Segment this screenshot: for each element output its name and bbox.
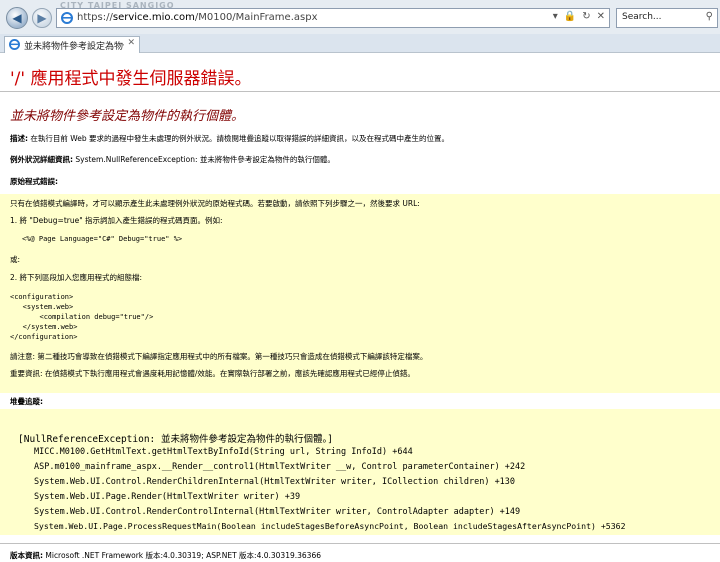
back-button[interactable]: ◀ <box>6 7 28 29</box>
stack-line: System.Web.UI.Control.RenderControlInter… <box>34 507 521 517</box>
stack-line: MICC.M0100.GetHtmlText.getHtmlTextByInfo… <box>34 447 413 457</box>
exception-details: 例外狀況詳細資訊: System.NullReferenceException:… <box>10 155 335 164</box>
stack-line: ASP.m0100_mainframe_aspx.__Render__contr… <box>34 462 526 472</box>
note-two: 重要資訊: 在偵錯模式下執行應用程式會遇度耗用記憶體/效能。在實際執行部署之前，… <box>10 369 415 378</box>
stack-line: System.Web.UI.Page.ProcessRequestMain(Bo… <box>34 521 626 531</box>
config-line: <system.web> <box>10 303 74 311</box>
note-one: 請注意: 第二種技巧會導致在偵錯模式下編譯指定應用程式中的所有檔案。第一種技巧只… <box>10 352 428 361</box>
config-line: </system.web> <box>10 323 78 331</box>
config-line: </configuration> <box>10 333 78 341</box>
close-icon[interactable]: ✕ <box>127 38 135 48</box>
stack-line: System.Web.UI.Page.Render(HtmlTextWriter… <box>34 492 301 502</box>
tab-favicon <box>9 39 20 50</box>
back-icon: ◀ <box>12 11 22 25</box>
url-text[interactable]: https://service.mio.com/M0100/MainFrame.… <box>77 12 318 23</box>
browser-chrome: CITY TAIPEI SANGIGO ◀ ▶ https://service.… <box>0 0 720 53</box>
toolbar: CITY TAIPEI SANGIGO ◀ ▶ https://service.… <box>0 0 720 34</box>
step-two: 2. 將下列區段加入您應用程式的組態檔: <box>10 273 143 282</box>
address-bar[interactable]: https://service.mio.com/M0100/MainFrame.… <box>56 8 610 28</box>
stack-trace-box: [NullReferenceException: 並未將物件參考設定為物件的執行… <box>0 409 720 535</box>
browser-tab[interactable]: 並未將物件參考設定為物件... ✕ <box>4 36 140 53</box>
footer-divider <box>0 543 720 544</box>
version-info: 版本資訊: Microsoft .NET Framework 版本:4.0.30… <box>10 551 321 560</box>
config-line: <configuration> <box>10 293 74 301</box>
tab-title: 並未將物件參考設定為物件... <box>24 42 124 52</box>
search-box[interactable]: Search... ⚲ <box>616 8 718 28</box>
search-icon[interactable]: ⚲ <box>706 11 713 22</box>
refresh-icon[interactable]: ↻ <box>582 11 590 22</box>
ie-favicon <box>61 12 73 24</box>
forward-button[interactable]: ▶ <box>32 8 52 28</box>
config-line: <compilation debug="true"/> <box>10 313 154 321</box>
dropdown-icon[interactable]: ▾ <box>553 11 558 22</box>
title-divider <box>0 91 720 92</box>
stack-line: System.Web.UI.Control.RenderChildrenInte… <box>34 477 516 487</box>
stack-line: [NullReferenceException: 並未將物件參考設定為物件的執行… <box>18 434 333 445</box>
forward-icon: ▶ <box>37 11 47 25</box>
stack-trace-label: 堆疊追蹤: <box>10 397 43 406</box>
page-title: '/' 應用程式中發生伺服器錯誤。 <box>10 69 252 89</box>
source-intro: 只有在偵錯模式編譯時，才可以顯示產生此未處理例外狀況的原始程式碼。若要啟動，請依… <box>10 199 420 208</box>
code-sample: <%@ Page Language="C#" Debug="true" %> <box>22 235 183 243</box>
lock-icon[interactable]: 🔒 <box>564 11 576 22</box>
source-error-box: 只有在偵錯模式編譯時，才可以顯示產生此未處理例外狀況的原始程式碼。若要啟動，請依… <box>0 194 720 393</box>
error-subtitle: 並未將物件參考設定為物件的執行個體。 <box>10 109 245 124</box>
error-page: '/' 應用程式中發生伺服器錯誤。 並未將物件參考設定為物件的執行個體。 描述:… <box>0 53 720 562</box>
step-one: 1. 將 "Debug=true" 指示詞加入產生錯誤的程式碼頁面。例如: <box>10 216 223 225</box>
or-text: 或: <box>10 255 21 264</box>
description: 描述: 在執行目前 Web 要求的過程中發生未處理的例外狀況。請檢閱堆疊追蹤以取… <box>10 134 450 143</box>
stop-icon[interactable]: ✕ <box>597 11 605 22</box>
address-controls: ▾ 🔒 ↻ ✕ <box>553 11 605 22</box>
search-input[interactable]: Search... <box>622 12 662 22</box>
source-error-label: 原始程式錯誤: <box>10 177 58 186</box>
